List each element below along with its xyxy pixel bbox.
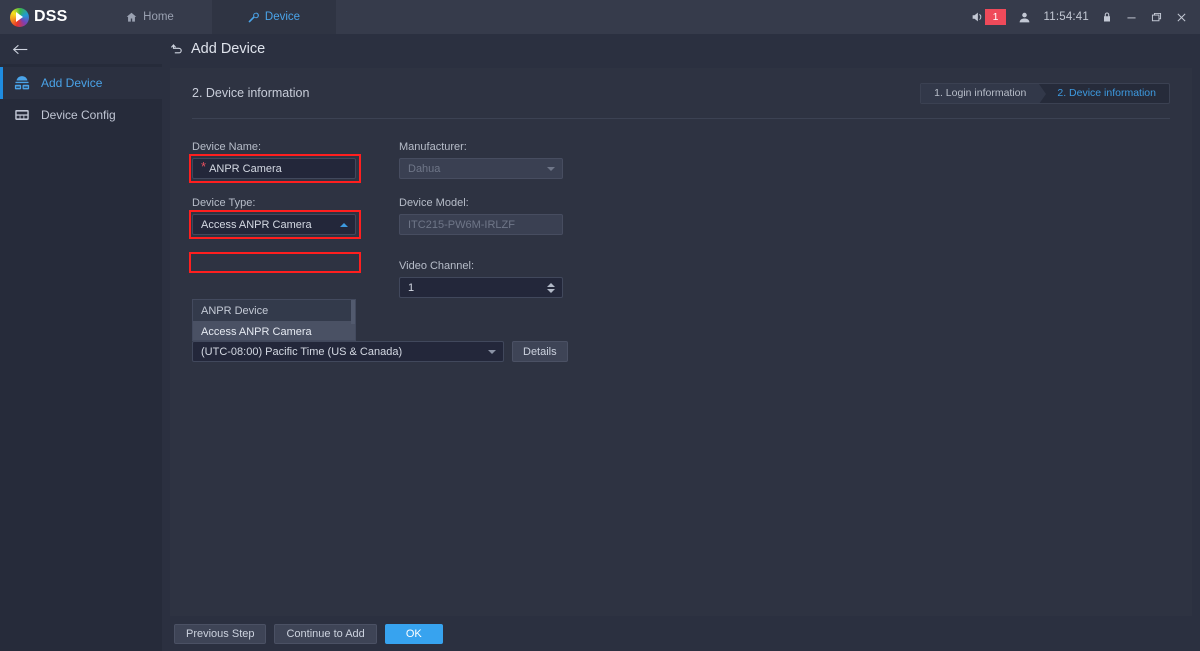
previous-step-label: Previous Step: [186, 627, 255, 640]
field-manufacturer: Manufacturer: Dahua: [399, 141, 599, 179]
maximize-icon[interactable]: [1150, 11, 1163, 24]
time-zone-row: (UTC-08:00) Pacific Time (US & Canada) D…: [192, 341, 1170, 362]
video-channel-stepper[interactable]: 1: [399, 277, 563, 298]
alarm-count-badge[interactable]: 1: [984, 8, 1007, 26]
device-name-value: ANPR Camera: [209, 162, 282, 175]
arrow-left-icon: [12, 43, 29, 56]
time-zone-select[interactable]: (UTC-08:00) Pacific Time (US & Canada): [192, 341, 504, 362]
step-title: 2. Device information: [192, 86, 310, 100]
manufacturer-label: Manufacturer:: [399, 141, 467, 153]
main-tabs: Home Device: [88, 0, 336, 34]
dropdown-option-1-label: Access ANPR Camera: [201, 325, 312, 338]
tab-device[interactable]: Device: [212, 0, 336, 34]
back-button[interactable]: [0, 34, 162, 64]
time-zone-value: (UTC-08:00) Pacific Time (US & Canada): [201, 345, 403, 358]
system-tray: 1 11:54:41: [970, 0, 1200, 34]
field-device-type: Device Type: Access ANPR Camera ANPR Dev…: [189, 197, 392, 341]
close-icon[interactable]: [1175, 11, 1188, 24]
device-name-label: Device Name:: [192, 141, 262, 153]
content-panel: 2. Device information 1. Login informati…: [170, 68, 1192, 616]
return-arrow-icon[interactable]: [170, 42, 184, 56]
panel-header: 2. Device information 1. Login informati…: [170, 68, 1192, 118]
system-clock: 11:54:41: [1043, 11, 1089, 23]
title-bar: DSS Home Device 1 11:54:41: [0, 0, 1200, 34]
highlight-device-type-option: [189, 252, 361, 273]
sidebar-item-device-config[interactable]: Device Config: [0, 99, 162, 131]
sidebar-item-device-config-label: Device Config: [41, 108, 116, 122]
step-tab-login-information[interactable]: 1. Login information: [921, 83, 1047, 103]
ok-button[interactable]: OK: [384, 623, 443, 644]
form-row-2: Device Type: Access ANPR Camera ANPR Dev…: [189, 197, 1170, 341]
step-tabs: 1. Login information 2. Device informati…: [920, 82, 1170, 104]
video-channel-label: Video Channel:: [399, 260, 475, 272]
alarm-indicator[interactable]: 1: [970, 8, 1007, 26]
device-type-label: Device Type:: [192, 197, 256, 209]
dss-logo-icon: [10, 7, 29, 27]
video-channel-value: 1: [408, 281, 415, 294]
minimize-icon[interactable]: [1125, 11, 1138, 24]
add-device-icon: [12, 75, 32, 91]
device-type-value: Access ANPR Camera: [201, 218, 312, 231]
stepper-up-icon[interactable]: [547, 282, 555, 287]
step-tab-device-label: 2. Device information: [1057, 87, 1156, 99]
device-model-input: ITC215-PW6M-IRLZF: [399, 214, 563, 235]
footer-action-bar: Previous Step Continue to Add OK: [162, 616, 1200, 651]
speaker-alarm-icon[interactable]: [970, 10, 984, 24]
device-model-label: Device Model:: [399, 197, 469, 209]
dropdown-scrollbar[interactable]: [351, 300, 355, 324]
device-type-select[interactable]: Access ANPR Camera: [192, 214, 356, 235]
sidebar-item-add-device-label: Add Device: [41, 76, 103, 90]
sidebar-item-add-device[interactable]: Add Device: [0, 67, 162, 99]
time-zone-details-label: Details: [523, 345, 557, 358]
device-model-value: ITC215-PW6M-IRLZF: [408, 218, 515, 231]
wrench-icon: [248, 12, 259, 23]
device-form: Device Name: * ANPR Camera Manufacturer:…: [170, 119, 1192, 362]
tab-home[interactable]: Home: [88, 0, 212, 34]
continue-to-add-label: Continue to Add: [286, 627, 365, 640]
chevron-up-icon: [340, 222, 348, 227]
ok-label: OK: [405, 627, 422, 640]
lock-icon[interactable]: [1101, 11, 1113, 23]
page-title: Add Device: [170, 34, 265, 64]
manufacturer-value: Dahua: [408, 162, 441, 175]
chevron-down-icon: [488, 349, 496, 354]
manufacturer-select: Dahua: [399, 158, 563, 179]
dropdown-option-access-anpr-camera[interactable]: Access ANPR Camera: [193, 321, 355, 340]
device-config-icon: [12, 107, 32, 123]
device-type-dropdown[interactable]: ANPR Device Access ANPR Camera Traffic F…: [192, 299, 356, 341]
required-marker: *: [201, 159, 207, 174]
field-device-model: Device Model: ITC215-PW6M-IRLZF Video Ch…: [399, 197, 599, 298]
tab-device-label: Device: [264, 11, 301, 23]
continue-to-add-button[interactable]: Continue to Add: [274, 623, 377, 644]
dropdown-option-0-label: ANPR Device: [201, 304, 269, 317]
field-device-name: Device Name: * ANPR Camera: [189, 141, 392, 183]
app-logo: DSS: [0, 0, 88, 34]
previous-step-button[interactable]: Previous Step: [174, 623, 267, 644]
form-row-1: Device Name: * ANPR Camera Manufacturer:…: [189, 141, 1170, 183]
page-title-text: Add Device: [191, 41, 266, 57]
app-logo-text: DSS: [34, 8, 68, 25]
step-tab-device-information[interactable]: 2. Device information: [1039, 84, 1169, 103]
user-icon[interactable]: [1018, 11, 1031, 24]
device-name-input[interactable]: * ANPR Camera: [192, 158, 356, 179]
time-zone-details-button[interactable]: Details: [512, 341, 568, 362]
stepper-down-icon[interactable]: [547, 288, 555, 293]
dropdown-option-anpr-device[interactable]: ANPR Device: [193, 300, 355, 321]
stepper-arrows-icon[interactable]: [547, 282, 555, 293]
chevron-down-icon: [547, 166, 555, 171]
tab-home-label: Home: [143, 11, 174, 23]
home-icon: [126, 12, 137, 23]
sub-header: Add Device: [0, 34, 1200, 64]
step-tab-login-label: 1. Login information: [934, 87, 1027, 99]
sidebar: Add Device Device Config: [0, 64, 162, 651]
